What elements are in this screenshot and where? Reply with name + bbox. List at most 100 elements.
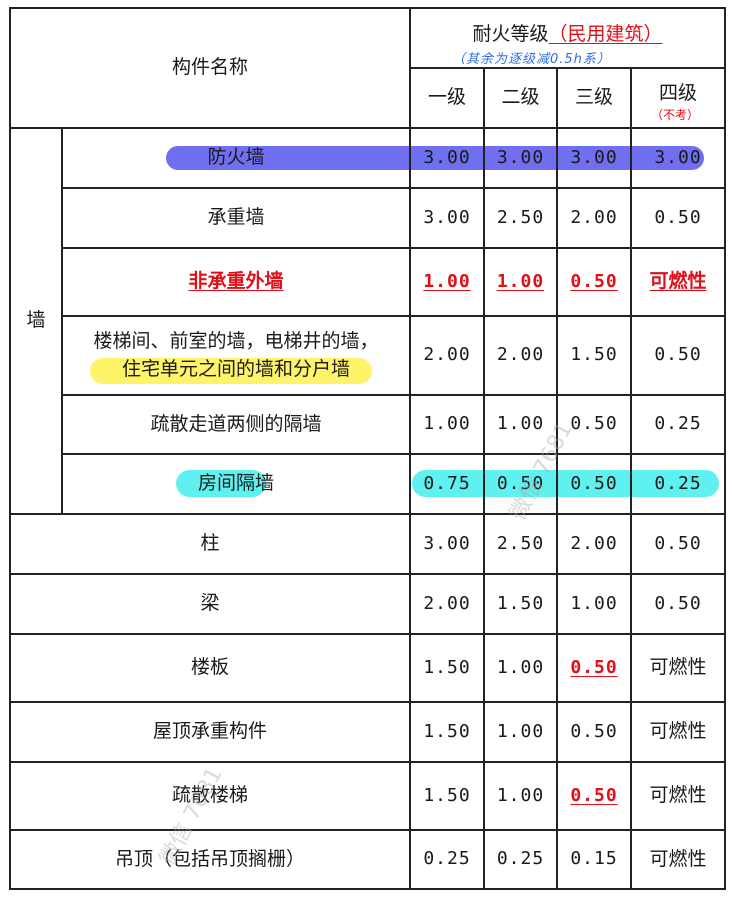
rating-cell: 1.50 bbox=[484, 574, 557, 634]
rating-cell: 0.50 bbox=[631, 514, 725, 574]
rating-value: 2.00 bbox=[570, 532, 618, 554]
rating-cell: 0.25 bbox=[631, 395, 725, 454]
rating-value: 0.50 bbox=[570, 472, 618, 494]
rating-value: 0.25 bbox=[654, 472, 702, 494]
rating-cell: 2.00 bbox=[484, 316, 557, 395]
rating-cell: 1.00 bbox=[484, 762, 557, 830]
component-name-cell: 楼梯间、前室的墙，电梯井的墙， 住宅单元之间的墙和分户墙 bbox=[62, 316, 410, 395]
component-name-cell: 非承重外墙 bbox=[62, 248, 410, 316]
component-name-cell: 屋顶承重构件 bbox=[10, 702, 410, 762]
level-4-note: （不考） bbox=[651, 108, 700, 122]
level-2-header: 二级 bbox=[501, 86, 540, 109]
rating-value: 1.50 bbox=[570, 344, 618, 366]
component-name-cell: 房间隔墙 bbox=[62, 454, 410, 514]
rating-value: 2.00 bbox=[423, 592, 471, 614]
rating-value: 1.00 bbox=[496, 270, 545, 292]
rating-cell: 2.00 bbox=[410, 574, 484, 634]
rating-cell: 1.00 bbox=[557, 574, 631, 634]
rating-value: 2.00 bbox=[423, 344, 471, 366]
rating-cell: 1.50 bbox=[410, 702, 484, 762]
rating-cell: 可燃性 bbox=[631, 830, 725, 889]
rating-cell: 0.25 bbox=[631, 454, 725, 514]
rating-cell: 0.50 bbox=[557, 248, 631, 316]
rating-cell: 2.50 bbox=[484, 188, 557, 248]
rating-value: 0.25 bbox=[423, 848, 471, 870]
fire-rating-prefix: 耐火等级 bbox=[472, 23, 549, 46]
rating-cell: 1.00 bbox=[410, 248, 484, 316]
rating-cell: 1.00 bbox=[484, 248, 557, 316]
rating-value: 0.25 bbox=[496, 848, 545, 870]
rating-cell: 3.00 bbox=[410, 188, 484, 248]
wall-group-label: 墙 bbox=[26, 309, 46, 332]
rating-value: 1.50 bbox=[423, 784, 471, 806]
rating-cell: 0.50 bbox=[631, 188, 725, 248]
rating-cell: 可燃性 bbox=[631, 762, 725, 830]
rating-cell: 3.00 bbox=[484, 128, 557, 188]
rating-cell: 可燃性 bbox=[631, 634, 725, 702]
rating-value: 0.50 bbox=[570, 270, 618, 292]
rating-value: 3.00 bbox=[570, 146, 618, 168]
rating-cell: 2.00 bbox=[557, 188, 631, 248]
component-name-cell: 防火墙 bbox=[62, 128, 410, 188]
rating-value: 0.50 bbox=[654, 206, 702, 228]
fire-rating-header: 耐火等级 （民用建筑） bbox=[410, 18, 725, 52]
rating-value: 1.00 bbox=[423, 270, 471, 292]
component-name: 防火墙 bbox=[207, 146, 265, 169]
rating-value: 0.50 bbox=[570, 720, 618, 742]
rating-value: 2.00 bbox=[496, 344, 545, 366]
handwritten-note: （其余为逐级减0.5h系） bbox=[452, 52, 611, 67]
rating-cell: 2.00 bbox=[557, 514, 631, 574]
rating-cell: 3.00 bbox=[557, 128, 631, 188]
component-name: 疏散走道两侧的隔墙 bbox=[150, 412, 322, 435]
rating-value: 0.75 bbox=[423, 472, 471, 494]
component-name-line: 楼梯间、前室的墙，电梯井的墙， bbox=[93, 329, 379, 352]
civil-building-label: （民用建筑） bbox=[548, 23, 663, 46]
component-name: 梁 bbox=[200, 592, 220, 615]
rating-value: 1.00 bbox=[496, 784, 545, 806]
component-name-line: 住宅单元之间的墙和分户墙 bbox=[121, 357, 350, 380]
rating-value: 3.00 bbox=[654, 146, 702, 168]
rating-value: 1.00 bbox=[570, 592, 618, 614]
rating-value: 3.00 bbox=[496, 146, 545, 168]
rating-value: 2.00 bbox=[570, 206, 618, 228]
rating-value: 可燃性 bbox=[649, 720, 707, 743]
fire-rating-table: 构件名称 耐火等级 （民用建筑） （其余为逐级减0.5h系） 一级 二级 三级 四… bbox=[0, 0, 732, 898]
rating-value: 3.00 bbox=[423, 532, 471, 554]
rating-value: 1.00 bbox=[496, 720, 545, 742]
rating-value: 0.50 bbox=[570, 413, 618, 435]
component-name: 房间隔墙 bbox=[197, 472, 274, 495]
rating-value: 1.00 bbox=[423, 413, 471, 435]
rating-cell: 3.00 bbox=[410, 514, 484, 574]
rating-value: 0.50 bbox=[570, 784, 618, 806]
component-name-cell: 楼板 bbox=[10, 634, 410, 702]
rating-value: 1.50 bbox=[423, 656, 471, 678]
rating-value: 1.50 bbox=[423, 720, 471, 742]
rating-value: 1.50 bbox=[496, 592, 545, 614]
component-name: 柱 bbox=[200, 532, 220, 555]
rating-cell: 1.50 bbox=[410, 634, 484, 702]
component-name-header: 构件名称 bbox=[171, 56, 248, 79]
level-3-header: 三级 bbox=[574, 86, 613, 109]
rating-cell: 0.50 bbox=[557, 762, 631, 830]
rating-cell: 2.50 bbox=[484, 514, 557, 574]
rating-value: 可燃性 bbox=[649, 270, 707, 293]
rating-value: 1.00 bbox=[496, 413, 545, 435]
rating-cell: 0.50 bbox=[557, 634, 631, 702]
rating-value: 可燃性 bbox=[649, 656, 707, 679]
rating-cell: 1.50 bbox=[557, 316, 631, 395]
rating-value: 3.00 bbox=[423, 146, 471, 168]
rating-cell: 0.50 bbox=[557, 702, 631, 762]
rating-cell: 1.00 bbox=[410, 395, 484, 454]
rating-cell: 1.00 bbox=[484, 702, 557, 762]
rating-cell: 1.50 bbox=[410, 762, 484, 830]
rating-cell: 0.15 bbox=[557, 830, 631, 889]
component-name: 承重墙 bbox=[207, 206, 265, 229]
component-name-cell: 吊顶（包括吊顶搁栅） bbox=[10, 830, 410, 889]
rating-cell: 2.00 bbox=[410, 316, 484, 395]
component-name-cell: 疏散走道两侧的隔墙 bbox=[62, 395, 410, 454]
level-1-header: 一级 bbox=[427, 86, 466, 109]
component-name-cell: 梁 bbox=[10, 574, 410, 634]
rating-value: 0.50 bbox=[570, 656, 618, 678]
rating-cell: 0.50 bbox=[631, 574, 725, 634]
rating-value: 1.00 bbox=[496, 656, 545, 678]
